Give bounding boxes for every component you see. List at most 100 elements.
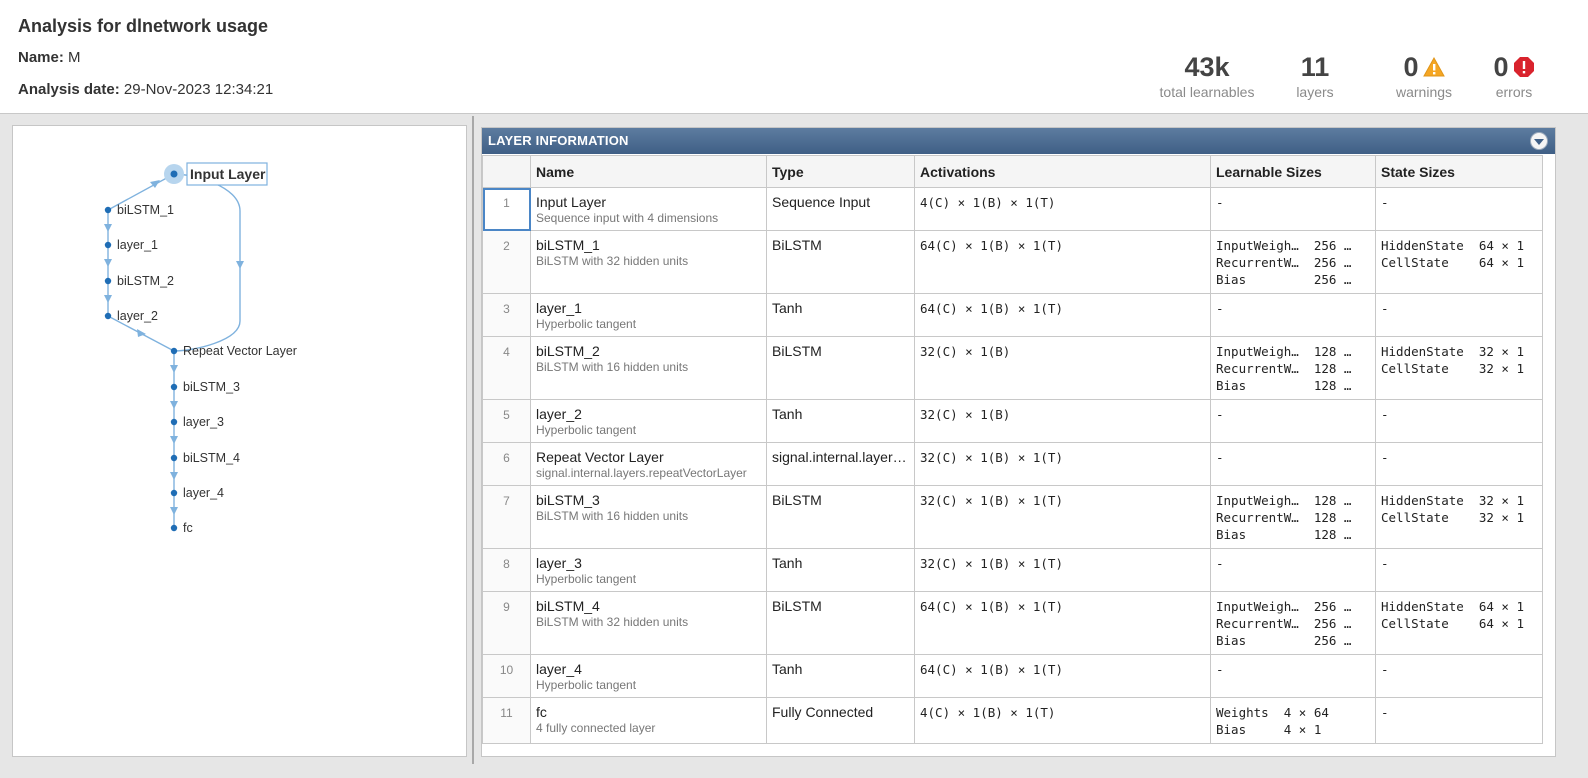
layer-name-cell[interactable]: Input Layer Sequence input with 4 dimens… — [530, 187, 767, 231]
graph-label-layer-4[interactable]: layer_4 — [183, 486, 224, 500]
layer-type-cell[interactable]: BiLSTM — [766, 336, 915, 400]
graph-label-bilstm-1[interactable]: biLSTM_1 — [117, 203, 174, 217]
column-header-states[interactable]: State Sizes — [1375, 155, 1543, 188]
activations-cell[interactable]: 32(C) × 1(B) × 1(T) — [914, 548, 1211, 592]
graph-node-bilstm-4[interactable] — [170, 454, 178, 462]
table-row[interactable]: 11 fc 4 fully connected layer Fully Conn… — [482, 697, 1543, 744]
states-cell[interactable]: HiddenState 32 × 1 CellState 32 × 1 — [1375, 485, 1543, 549]
graph-node-bilstm-3[interactable] — [170, 383, 178, 391]
layer-name-cell[interactable]: biLSTM_3 BiLSTM with 16 hidden units — [530, 485, 767, 549]
graph-label-fc[interactable]: fc — [183, 521, 193, 535]
row-index[interactable]: 2 — [482, 230, 531, 294]
learnables-cell[interactable]: - — [1210, 293, 1376, 337]
activations-cell[interactable]: 32(C) × 1(B) — [914, 336, 1211, 400]
states-cell[interactable]: HiddenState 64 × 1 CellState 64 × 1 — [1375, 591, 1543, 655]
layer-name-cell[interactable]: biLSTM_4 BiLSTM with 32 hidden units — [530, 591, 767, 655]
graph-label-bilstm-2[interactable]: biLSTM_2 — [117, 274, 174, 288]
column-header-name[interactable]: Name — [530, 155, 767, 188]
row-index[interactable]: 6 — [482, 442, 531, 486]
graph-node-layer-2[interactable] — [104, 312, 112, 320]
row-index[interactable]: 4 — [482, 336, 531, 400]
layer-type-cell[interactable]: Sequence Input — [766, 187, 915, 231]
states-cell[interactable]: - — [1375, 187, 1543, 231]
graph-node-bilstm-1[interactable] — [104, 206, 112, 214]
row-index[interactable]: 5 — [482, 399, 531, 443]
table-row[interactable]: 1 Input Layer Sequence input with 4 dime… — [482, 187, 1543, 231]
layer-name-cell[interactable]: layer_2 Hyperbolic tangent — [530, 399, 767, 443]
graph-node-layer-4[interactable] — [170, 489, 178, 497]
layer-type-cell[interactable]: Tanh — [766, 399, 915, 443]
layer-type-cell[interactable]: BiLSTM — [766, 230, 915, 294]
row-index[interactable]: 7 — [482, 485, 531, 549]
table-row[interactable]: 6 Repeat Vector Layer signal.internal.la… — [482, 442, 1543, 486]
table-row[interactable]: 3 layer_1 Hyperbolic tangent Tanh 64(C) … — [482, 293, 1543, 337]
activations-cell[interactable]: 64(C) × 1(B) × 1(T) — [914, 230, 1211, 294]
collapse-button[interactable] — [1530, 132, 1548, 150]
layer-name-cell[interactable]: layer_3 Hyperbolic tangent — [530, 548, 767, 592]
graph-node-input-layer[interactable] — [170, 170, 178, 178]
states-cell[interactable]: - — [1375, 697, 1543, 744]
states-cell[interactable]: HiddenState 64 × 1 CellState 64 × 1 — [1375, 230, 1543, 294]
graph-label-layer-2[interactable]: layer_2 — [117, 309, 158, 323]
graph-label-input-layer[interactable]: Input Layer — [190, 166, 266, 182]
learnables-cell[interactable]: - — [1210, 187, 1376, 231]
activations-cell[interactable]: 32(C) × 1(B) × 1(T) — [914, 485, 1211, 549]
activations-cell[interactable]: 64(C) × 1(B) × 1(T) — [914, 293, 1211, 337]
table-row[interactable]: 5 layer_2 Hyperbolic tangent Tanh 32(C) … — [482, 399, 1543, 443]
learnables-cell[interactable]: - — [1210, 442, 1376, 486]
learnables-cell[interactable]: - — [1210, 399, 1376, 443]
table-row[interactable]: 7 biLSTM_3 BiLSTM with 16 hidden units B… — [482, 485, 1543, 549]
row-index[interactable]: 1 — [482, 187, 531, 231]
states-cell[interactable]: HiddenState 32 × 1 CellState 32 × 1 — [1375, 336, 1543, 400]
layer-name-cell[interactable]: fc 4 fully connected layer — [530, 697, 767, 744]
states-cell[interactable]: - — [1375, 548, 1543, 592]
network-graph-panel[interactable]: Input Layer biLSTM_1 layer_1 biLSTM_2 la… — [12, 125, 467, 757]
network-graph[interactable]: Input Layer biLSTM_1 layer_1 biLSTM_2 la… — [13, 126, 468, 758]
layer-type-cell[interactable]: BiLSTM — [766, 591, 915, 655]
graph-node-bilstm-2[interactable] — [104, 277, 112, 285]
states-cell[interactable]: - — [1375, 293, 1543, 337]
graph-label-layer-1[interactable]: layer_1 — [117, 238, 158, 252]
table-row[interactable]: 2 biLSTM_1 BiLSTM with 32 hidden units B… — [482, 230, 1543, 294]
row-index[interactable]: 8 — [482, 548, 531, 592]
panel-splitter[interactable] — [472, 116, 474, 764]
column-header-type[interactable]: Type — [766, 155, 915, 188]
row-index[interactable]: 10 — [482, 654, 531, 698]
graph-label-bilstm-3[interactable]: biLSTM_3 — [183, 380, 240, 394]
layer-type-cell[interactable]: Fully Connected — [766, 697, 915, 744]
graph-node-layer-3[interactable] — [170, 418, 178, 426]
stat-warnings[interactable]: 0 warnings — [1392, 52, 1456, 100]
states-cell[interactable]: - — [1375, 654, 1543, 698]
row-index[interactable]: 3 — [482, 293, 531, 337]
activations-cell[interactable]: 64(C) × 1(B) × 1(T) — [914, 654, 1211, 698]
graph-node-repeat-vector[interactable] — [170, 347, 178, 355]
column-header-activations[interactable]: Activations — [914, 155, 1211, 188]
layer-name-cell[interactable]: biLSTM_2 BiLSTM with 16 hidden units — [530, 336, 767, 400]
layer-name-cell[interactable]: Repeat Vector Layer signal.internal.laye… — [530, 442, 767, 486]
table-row[interactable]: 10 layer_4 Hyperbolic tangent Tanh 64(C)… — [482, 654, 1543, 698]
graph-node-layer-1[interactable] — [104, 241, 112, 249]
table-row[interactable]: 9 biLSTM_4 BiLSTM with 32 hidden units B… — [482, 591, 1543, 655]
learnables-cell[interactable]: Weights 4 × 64 Bias 4 × 1 — [1210, 697, 1376, 744]
stat-errors[interactable]: 0 errors — [1486, 52, 1542, 100]
graph-node-fc[interactable] — [170, 524, 178, 532]
layer-name-cell[interactable]: biLSTM_1 BiLSTM with 32 hidden units — [530, 230, 767, 294]
states-cell[interactable]: - — [1375, 442, 1543, 486]
learnables-cell[interactable]: - — [1210, 654, 1376, 698]
layer-type-cell[interactable]: Tanh — [766, 293, 915, 337]
layer-type-cell[interactable]: signal.internal.layers.... — [766, 442, 915, 486]
layer-name-cell[interactable]: layer_1 Hyperbolic tangent — [530, 293, 767, 337]
learnables-cell[interactable]: InputWeigh… 128 … RecurrentW… 128 … Bias… — [1210, 485, 1376, 549]
activations-cell[interactable]: 4(C) × 1(B) × 1(T) — [914, 697, 1211, 744]
graph-label-repeat-vector[interactable]: Repeat Vector Layer — [183, 344, 297, 358]
row-index[interactable]: 9 — [482, 591, 531, 655]
graph-label-layer-3[interactable]: layer_3 — [183, 415, 224, 429]
layer-type-cell[interactable]: BiLSTM — [766, 485, 915, 549]
learnables-cell[interactable]: InputWeigh… 256 … RecurrentW… 256 … Bias… — [1210, 230, 1376, 294]
table-row[interactable]: 4 biLSTM_2 BiLSTM with 16 hidden units B… — [482, 336, 1543, 400]
activations-cell[interactable]: 32(C) × 1(B) × 1(T) — [914, 442, 1211, 486]
table-row[interactable]: 8 layer_3 Hyperbolic tangent Tanh 32(C) … — [482, 548, 1543, 592]
activations-cell[interactable]: 4(C) × 1(B) × 1(T) — [914, 187, 1211, 231]
layer-name-cell[interactable]: layer_4 Hyperbolic tangent — [530, 654, 767, 698]
activations-cell[interactable]: 32(C) × 1(B) — [914, 399, 1211, 443]
